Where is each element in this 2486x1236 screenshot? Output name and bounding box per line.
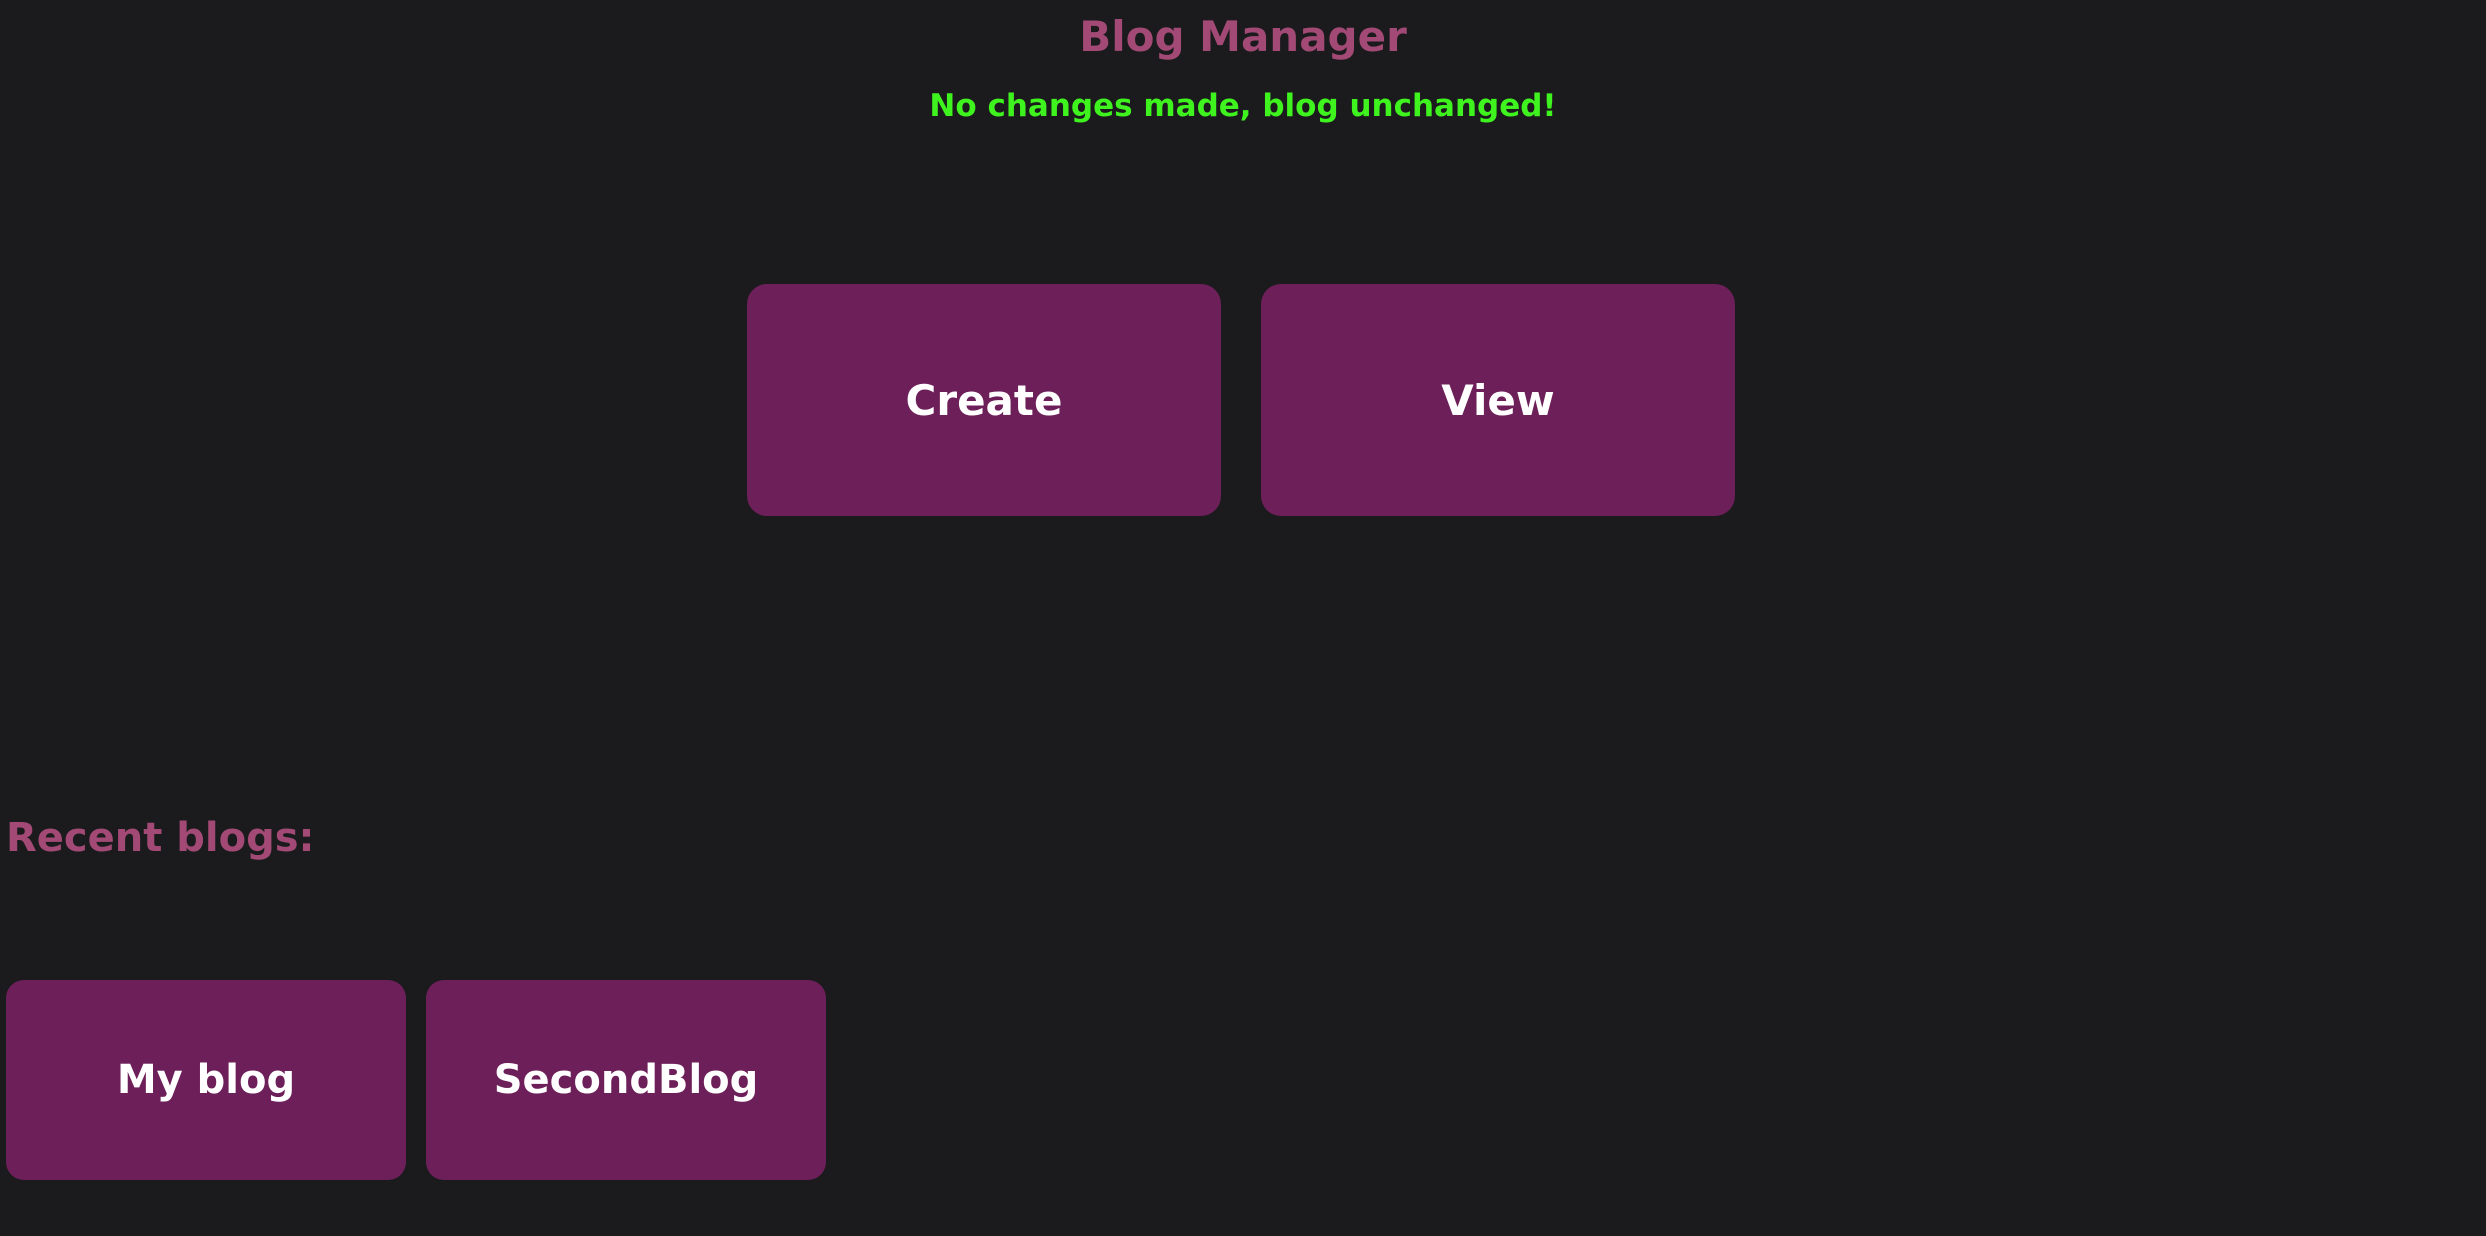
blog-card-secondblog[interactable]: SecondBlog bbox=[426, 980, 826, 1180]
action-buttons: Create View bbox=[747, 284, 1735, 516]
blog-card-my-blog[interactable]: My blog bbox=[6, 980, 406, 1180]
create-button[interactable]: Create bbox=[747, 284, 1221, 516]
status-message: No changes made, blog unchanged! bbox=[929, 88, 1557, 124]
blog-manager-page: Blog Manager No changes made, blog uncha… bbox=[0, 0, 2486, 1236]
page-title: Blog Manager bbox=[1079, 12, 1407, 61]
recent-blogs-list: My blog SecondBlog bbox=[6, 980, 826, 1180]
view-button[interactable]: View bbox=[1261, 284, 1735, 516]
recent-blogs-heading: Recent blogs: bbox=[6, 815, 315, 861]
